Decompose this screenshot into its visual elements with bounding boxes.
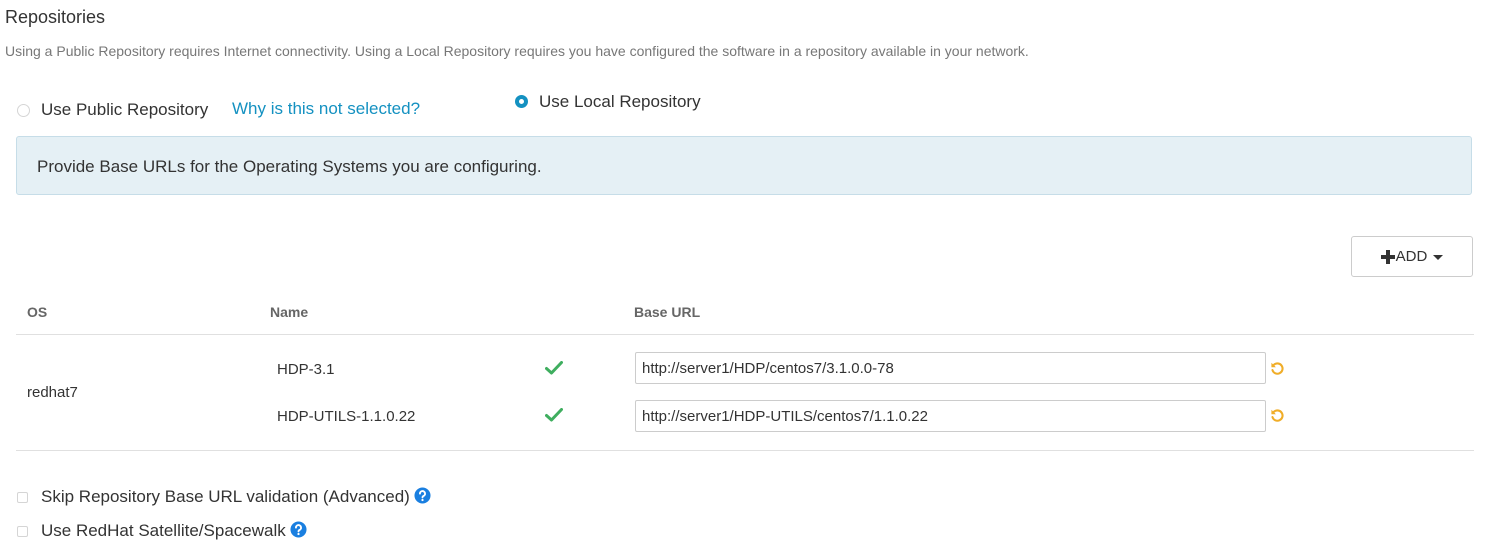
table-bottom-divider bbox=[16, 450, 1474, 451]
local-repository-radio[interactable] bbox=[515, 95, 528, 108]
question-circle-icon[interactable] bbox=[414, 487, 431, 504]
section-title: Repositories bbox=[5, 7, 106, 27]
repositories-page: Repositories Using a Public Repository r… bbox=[0, 0, 1488, 554]
os-cell: redhat7 bbox=[27, 384, 78, 401]
satellite-option: Use RedHat Satellite/Spacewalk bbox=[41, 521, 307, 541]
undo-icon[interactable] bbox=[1270, 408, 1285, 423]
base-url-input-hdp-utils[interactable] bbox=[635, 400, 1266, 432]
header-divider bbox=[16, 334, 1474, 335]
repo-name-hdp: HDP-3.1 bbox=[277, 361, 335, 378]
section-description: Using a Public Repository requires Inter… bbox=[5, 43, 1029, 59]
info-alert: Provide Base URLs for the Operating Syst… bbox=[16, 136, 1472, 195]
column-header-base-url: Base URL bbox=[634, 304, 701, 320]
check-icon bbox=[545, 361, 563, 375]
column-header-os: OS bbox=[27, 304, 48, 320]
satellite-label[interactable]: Use RedHat Satellite/Spacewalk bbox=[41, 521, 286, 540]
skip-validation-label[interactable]: Skip Repository Base URL validation (Adv… bbox=[41, 487, 410, 506]
undo-icon[interactable] bbox=[1270, 361, 1285, 376]
satellite-checkbox[interactable] bbox=[17, 526, 28, 537]
local-repository-label[interactable]: Use Local Repository bbox=[539, 92, 701, 112]
plus-icon bbox=[1380, 249, 1395, 264]
repo-name-hdp-utils: HDP-UTILS-1.1.0.22 bbox=[277, 408, 416, 425]
caret-down-icon bbox=[1433, 255, 1444, 260]
info-alert-text: Provide Base URLs for the Operating Syst… bbox=[37, 157, 542, 176]
base-url-input-hdp[interactable] bbox=[635, 352, 1266, 384]
public-repository-radio[interactable] bbox=[17, 104, 30, 117]
skip-validation-option: Skip Repository Base URL validation (Adv… bbox=[41, 487, 431, 507]
question-circle-icon[interactable] bbox=[290, 521, 307, 538]
column-header-name: Name bbox=[270, 304, 309, 320]
add-button-label: ADD bbox=[1395, 248, 1428, 265]
check-icon bbox=[545, 408, 563, 422]
add-button[interactable]: ADD bbox=[1351, 236, 1473, 277]
public-repository-label[interactable]: Use Public Repository bbox=[41, 100, 208, 120]
skip-validation-checkbox[interactable] bbox=[17, 492, 28, 503]
why-not-selected-link[interactable]: Why is this not selected? bbox=[232, 99, 420, 119]
